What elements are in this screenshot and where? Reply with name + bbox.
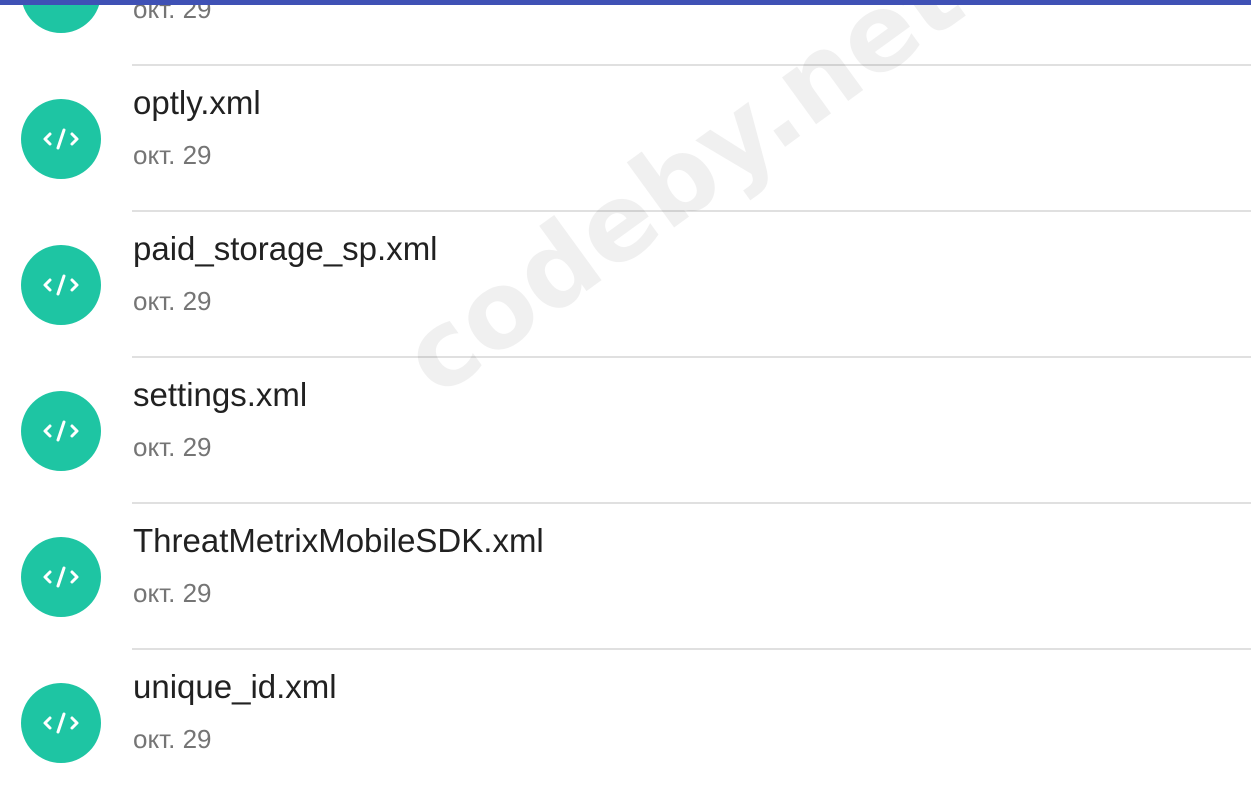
file-name: optly.xml [133,84,261,121]
file-list-item[interactable]: окт. 29 [0,0,1251,66]
file-date: окт. 29 [133,724,212,754]
file-date: окт. 29 [133,578,212,608]
file-name: unique_id.xml [133,668,337,705]
code-file-icon [21,99,101,179]
file-list-item[interactable]: optly.xml окт. 29 [0,66,1251,212]
app-bar-edge [0,0,1251,5]
file-date: окт. 29 [133,140,212,170]
code-file-icon [21,537,101,617]
file-name: settings.xml [133,376,308,413]
file-name: paid_storage_sp.xml [133,230,438,267]
file-list-item[interactable]: ThreatMetrixMobileSDK.xml окт. 29 [0,504,1251,650]
file-list[interactable]: окт. 29 optly.xml окт. 29 paid_storage_s… [0,0,1251,796]
file-date: окт. 29 [133,286,212,316]
code-file-icon [21,245,101,325]
file-date: окт. 29 [133,432,212,462]
file-list-item[interactable]: settings.xml окт. 29 [0,358,1251,504]
file-list-item[interactable]: paid_storage_sp.xml окт. 29 [0,212,1251,358]
file-name: ThreatMetrixMobileSDK.xml [133,522,544,559]
code-file-icon [21,391,101,471]
code-file-icon [21,683,101,763]
file-list-item[interactable]: unique_id.xml окт. 29 [0,650,1251,796]
